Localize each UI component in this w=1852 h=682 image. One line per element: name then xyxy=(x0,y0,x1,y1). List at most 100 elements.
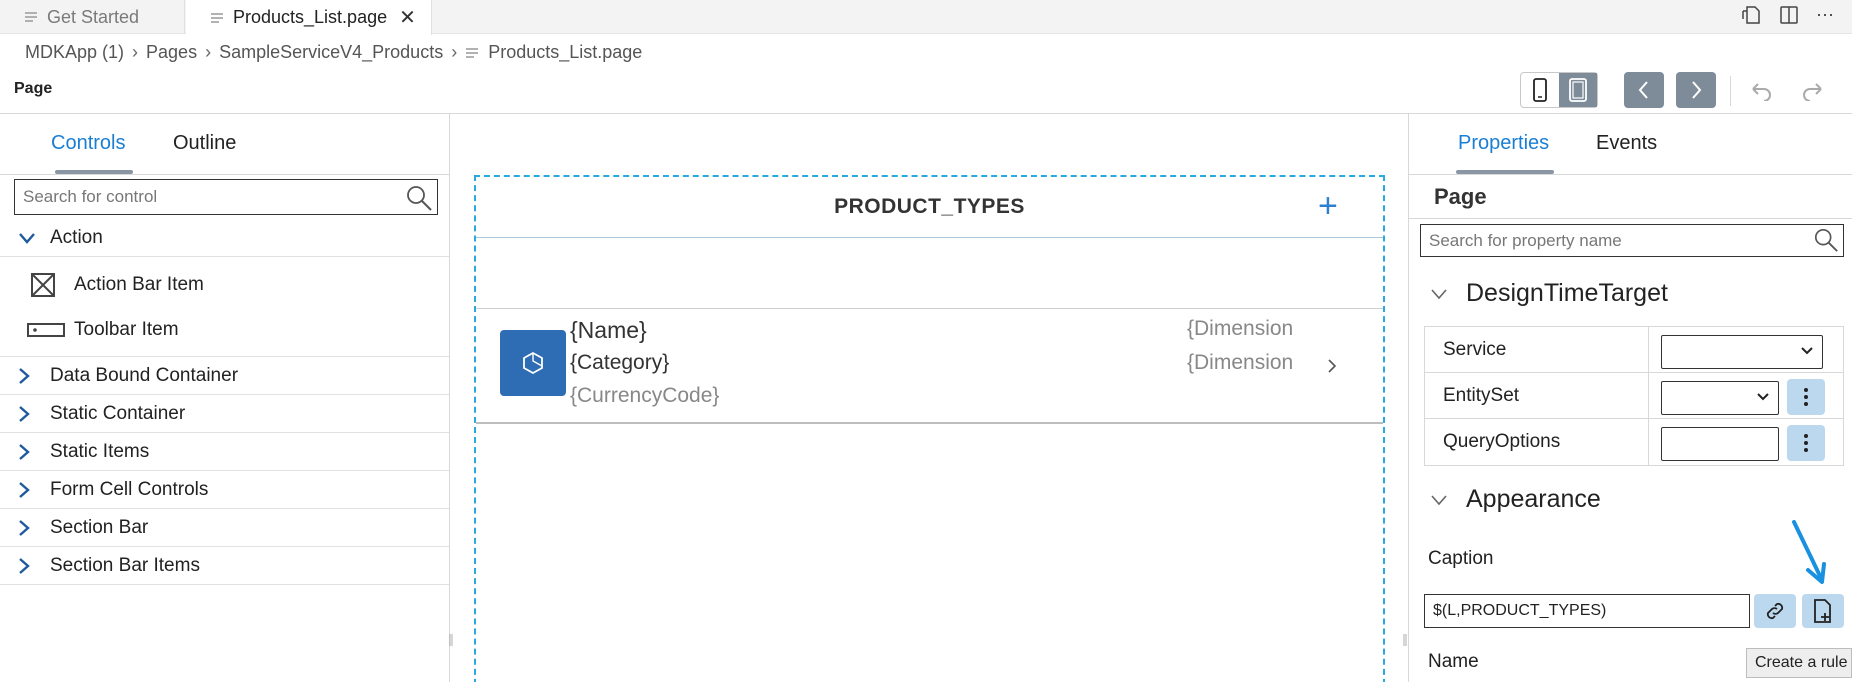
cell-footnote: {CurrencyCode} xyxy=(570,384,720,407)
page-canvas[interactable]: PRODUCT_TYPES + {Name} {Category} {Curre… xyxy=(474,175,1385,682)
section-label: Appearance xyxy=(1466,485,1601,513)
breadcrumb: MDKApp (1) › Pages › SampleServiceV4_Pro… xyxy=(25,42,642,63)
previous-button[interactable] xyxy=(1624,72,1664,108)
phone-view-button[interactable] xyxy=(1521,73,1559,107)
tab-outline[interactable]: Outline xyxy=(173,132,236,155)
left-panel-border xyxy=(449,113,450,682)
tree-group-section-bar-items[interactable]: Section Bar Items xyxy=(0,547,449,585)
entityset-more-button[interactable] xyxy=(1787,379,1825,415)
caption-value: $(L,PRODUCT_TYPES) xyxy=(1433,602,1607,619)
section-design-time-target[interactable]: DesignTimeTarget xyxy=(1430,279,1668,308)
chevron-right-icon: › xyxy=(132,42,139,62)
entityset-select[interactable] xyxy=(1661,381,1779,415)
tab-label: Products_List.page xyxy=(233,7,388,27)
create-rule-button[interactable] xyxy=(1802,594,1844,628)
create-rule-tooltip: Create a rule xyxy=(1746,648,1852,678)
search-icon xyxy=(407,186,432,211)
tree-group-label: Static Items xyxy=(50,440,150,462)
queryoptions-input[interactable] xyxy=(1661,427,1779,461)
tree-group-action[interactable]: Action xyxy=(0,219,449,257)
chevron-right-icon[interactable] xyxy=(1327,358,1337,374)
chevron-right-icon xyxy=(19,481,30,498)
page-title: Page xyxy=(14,80,53,97)
chevron-right-icon: › xyxy=(451,42,458,62)
toolbar-divider xyxy=(1730,76,1731,106)
tree-group-label: Section Bar Items xyxy=(50,554,200,576)
more-actions-icon[interactable]: ⋯ xyxy=(1812,2,1838,28)
device-toggle xyxy=(1520,72,1598,108)
annotation-arrow-icon xyxy=(1792,520,1826,584)
property-row-service: Service xyxy=(1425,327,1843,373)
panel-resize-handle[interactable] xyxy=(449,633,453,646)
design-time-target-grid: Service EntitySet QueryOptions xyxy=(1424,326,1844,466)
breadcrumb-item[interactable]: SampleServiceV4_Products xyxy=(219,42,443,63)
row-bottom-divider xyxy=(476,422,1383,424)
tree-group-static-items[interactable]: Static Items xyxy=(0,433,449,471)
undo-icon[interactable] xyxy=(1746,76,1776,106)
object-cell-icon xyxy=(500,330,566,396)
control-label: Action Bar Item xyxy=(74,274,204,295)
open-source-icon[interactable] xyxy=(1738,2,1764,28)
tab-properties[interactable]: Properties xyxy=(1458,132,1549,155)
properties-heading: Page xyxy=(1434,184,1487,209)
redo-icon[interactable] xyxy=(1798,76,1828,106)
tree-group-section-bar[interactable]: Section Bar xyxy=(0,509,449,547)
service-select[interactable] xyxy=(1661,335,1823,369)
file-lines-icon xyxy=(211,12,223,23)
chevron-right-icon xyxy=(19,519,30,536)
toolbar-separator xyxy=(0,113,1852,114)
more-vertical-icon xyxy=(1804,388,1808,406)
tablet-view-button[interactable] xyxy=(1559,73,1597,107)
caption-input[interactable]: $(L,PRODUCT_TYPES) xyxy=(1424,594,1750,628)
property-search-input[interactable]: Search for property name xyxy=(1420,224,1844,257)
panel-resize-handle[interactable] xyxy=(1403,633,1407,646)
breadcrumb-item[interactable]: MDKApp (1) xyxy=(25,42,124,63)
tab-products-list[interactable]: Products_List.page ✕ xyxy=(186,0,432,35)
tab-controls[interactable]: Controls xyxy=(51,132,125,155)
header-divider xyxy=(476,237,1383,238)
bind-link-button[interactable] xyxy=(1754,594,1796,628)
cube-icon xyxy=(523,351,543,375)
editor-tab-bar: Get Started Products_List.page ✕ ⋯ xyxy=(0,0,1852,35)
queryoptions-more-button[interactable] xyxy=(1787,425,1825,461)
property-row-entityset: EntitySet xyxy=(1425,373,1843,419)
search-placeholder: Search for property name xyxy=(1429,230,1622,250)
right-panel-border xyxy=(1408,113,1409,682)
section-appearance[interactable]: Appearance xyxy=(1430,485,1601,514)
chevron-right-icon xyxy=(19,405,30,422)
control-search-input[interactable]: Search for control xyxy=(14,179,438,215)
tree-group-static-container[interactable]: Static Container xyxy=(0,395,449,433)
tablet-icon xyxy=(1569,78,1587,102)
add-icon[interactable]: + xyxy=(1318,187,1338,226)
split-editor-icon[interactable] xyxy=(1776,2,1802,28)
toolbar-item-icon xyxy=(27,323,65,337)
breadcrumb-item[interactable]: Pages xyxy=(146,42,197,63)
breadcrumb-item[interactable]: Products_List.page xyxy=(488,42,642,63)
link-icon xyxy=(1766,602,1784,620)
property-label: EntitySet xyxy=(1425,373,1649,418)
chevron-right-icon xyxy=(19,367,30,384)
tabs-separator xyxy=(1409,174,1852,175)
chevron-down-icon xyxy=(1801,347,1813,355)
control-action-bar-item[interactable]: Action Bar Item xyxy=(30,272,204,298)
search-placeholder: Search for control xyxy=(23,187,158,206)
tree-group-data-bound-container[interactable]: Data Bound Container xyxy=(0,357,449,395)
chevron-right-icon xyxy=(19,443,30,460)
tree-group-label: Section Bar xyxy=(50,516,149,538)
tab-events[interactable]: Events xyxy=(1596,132,1657,155)
next-button[interactable] xyxy=(1676,72,1716,108)
file-lines-icon xyxy=(25,12,37,22)
canvas-page-title: PRODUCT_TYPES xyxy=(834,195,1025,218)
row-top-divider xyxy=(476,308,1383,309)
chevron-down-icon xyxy=(1757,393,1769,401)
close-icon[interactable]: ✕ xyxy=(399,5,416,30)
tab-get-started[interactable]: Get Started xyxy=(0,0,185,34)
control-toolbar-item[interactable]: Toolbar Item xyxy=(26,319,179,341)
tree-group-label: Action xyxy=(50,226,103,248)
property-row-queryoptions: QueryOptions xyxy=(1425,419,1843,465)
tree-group-label: Form Cell Controls xyxy=(50,478,209,500)
file-lines-icon xyxy=(466,47,479,58)
heading-divider xyxy=(1409,218,1852,219)
tree-group-form-cell-controls[interactable]: Form Cell Controls xyxy=(0,471,449,509)
caption-label: Caption xyxy=(1428,548,1494,569)
